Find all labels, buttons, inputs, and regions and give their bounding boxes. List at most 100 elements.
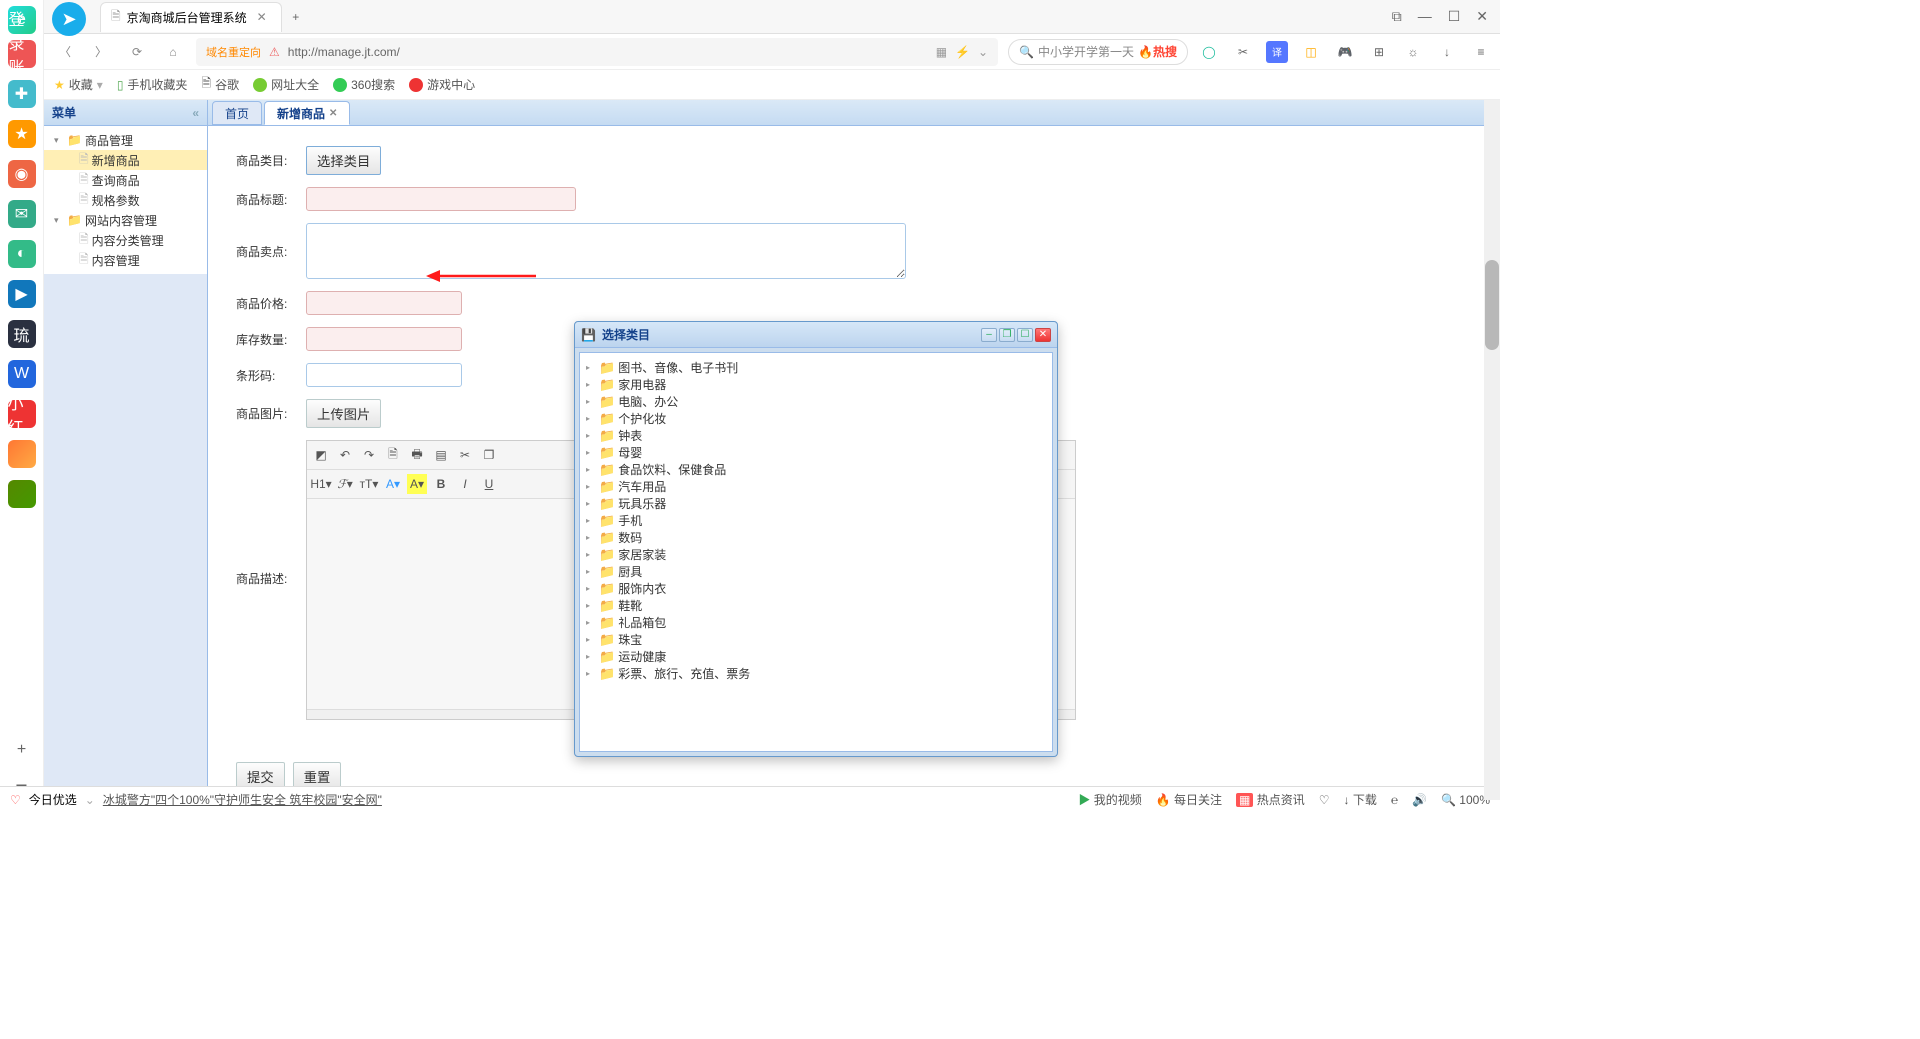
nav-compass-icon[interactable]: ➤ — [52, 2, 86, 36]
modal-maximize-icon[interactable]: ☐ — [1017, 328, 1033, 342]
category-node[interactable]: ▸📁手机 — [586, 512, 1046, 529]
editor-copy-icon[interactable]: ❐ — [479, 445, 499, 465]
category-node[interactable]: ▸📁电脑、办公 — [586, 393, 1046, 410]
heart-icon[interactable]: ♡ — [10, 793, 21, 807]
status-app-icon[interactable]: ℮ — [1391, 793, 1398, 807]
tree-content-cat[interactable]: 🗎 内容分类管理 — [44, 230, 207, 250]
tree-spec-param[interactable]: 🗎 规格参数 — [44, 190, 207, 210]
status-daily[interactable]: 🔥 每日关注 — [1156, 791, 1222, 808]
tab-close-icon[interactable]: ✕ — [253, 10, 271, 24]
tab-add-product[interactable]: 新增商品✕ — [264, 101, 350, 125]
sidebar-mail-icon[interactable]: ✉ — [8, 200, 36, 228]
bookmark-360[interactable]: 360搜索 — [333, 76, 395, 93]
category-node[interactable]: ▸📁家居家装 — [586, 546, 1046, 563]
status-download[interactable]: ↓ 下载 — [1344, 791, 1377, 808]
bookmark-gamecenter[interactable]: 游戏中心 — [409, 76, 475, 93]
category-node[interactable]: ▸📁服饰内衣 — [586, 580, 1046, 597]
modal-minimize-icon[interactable]: – — [981, 328, 997, 342]
editor-template-icon[interactable]: ▤ — [431, 445, 451, 465]
editor-underline-icon[interactable]: U — [479, 474, 499, 494]
tree-product-mgmt[interactable]: ▾📁 商品管理 — [44, 130, 207, 150]
editor-bgcolor-icon[interactable]: A▾ — [407, 474, 427, 494]
select-category-button[interactable]: 选择类目 — [306, 146, 381, 175]
login-badge[interactable]: 登录账号 — [8, 40, 36, 68]
scissors-icon[interactable]: ✂ — [1232, 41, 1254, 63]
status-today[interactable]: 今日优选 — [29, 791, 77, 808]
editor-preview-icon[interactable]: 🗎 — [383, 445, 403, 465]
sidebar-weibo-icon[interactable]: ◉ — [8, 160, 36, 188]
category-node[interactable]: ▸📁数码 — [586, 529, 1046, 546]
menu-icon[interactable]: ≡ — [1470, 41, 1492, 63]
barcode-input[interactable] — [306, 363, 462, 387]
nav-reload-icon[interactable]: ⟳ — [124, 39, 150, 65]
tree-query-product[interactable]: 🗎 查询商品 — [44, 170, 207, 190]
category-node[interactable]: ▸📁珠宝 — [586, 631, 1046, 648]
sidebar-chat-icon[interactable]: ◐ — [8, 240, 36, 268]
stock-input[interactable] — [306, 327, 462, 351]
modal-header[interactable]: 💾 选择类目 – ❐ ☐ ✕ — [575, 322, 1057, 348]
game-icon[interactable]: 🎮 — [1334, 41, 1356, 63]
editor-size-icon[interactable]: ᴛT▾ — [359, 474, 379, 494]
editor-bold-icon[interactable]: B — [431, 474, 451, 494]
category-node[interactable]: ▸📁钟表 — [586, 427, 1046, 444]
window-maximize-icon[interactable]: ☐ — [1448, 8, 1461, 25]
editor-undo-icon[interactable]: ↶ — [335, 445, 355, 465]
status-like-icon[interactable]: ♡ — [1319, 793, 1330, 807]
download-icon[interactable]: ↓ — [1436, 41, 1458, 63]
sidebar-app-2-icon[interactable]: ★ — [8, 120, 36, 148]
url-box[interactable]: 域名重定向 ⚠ http://manage.jt.com/ ▦ ⚡ ⌄ — [196, 38, 998, 66]
modal-close-icon[interactable]: ✕ — [1035, 328, 1051, 342]
new-tab-button[interactable]: + — [282, 3, 310, 31]
category-node[interactable]: ▸📁礼品箱包 — [586, 614, 1046, 631]
translate-icon[interactable]: 译 — [1266, 41, 1288, 63]
title-input[interactable] — [306, 187, 576, 211]
category-node[interactable]: ▸📁鞋靴 — [586, 597, 1046, 614]
category-node[interactable]: ▸📁家用电器 — [586, 376, 1046, 393]
hot-search-badge[interactable]: 🔥热搜 — [1138, 43, 1177, 60]
sidebar-app-1-icon[interactable]: ✚ — [8, 80, 36, 108]
window-ext-icon[interactable]: ⧉ — [1392, 8, 1402, 25]
apps-icon[interactable]: ⊞ — [1368, 41, 1390, 63]
window-close-icon[interactable]: ✕ — [1476, 8, 1488, 25]
tab-close-icon[interactable]: ✕ — [329, 108, 337, 119]
bookmark-google[interactable]: 🗎谷歌 — [201, 74, 239, 95]
sidebar-app-blue-icon[interactable]: ▶ — [8, 280, 36, 308]
window-minimize-icon[interactable]: — — [1418, 8, 1432, 25]
sidebar-add-icon[interactable]: + — [8, 736, 36, 764]
editor-source-icon[interactable]: ◩ — [311, 445, 331, 465]
category-node[interactable]: ▸📁玩具乐器 — [586, 495, 1046, 512]
bookmark-urls[interactable]: 网址大全 — [253, 76, 319, 93]
price-input[interactable] — [306, 291, 462, 315]
sidebar-word-icon[interactable]: W — [8, 360, 36, 388]
tree-content[interactable]: 🗎 内容管理 — [44, 250, 207, 270]
editor-print-icon[interactable]: 🖶 — [407, 445, 427, 465]
theme-icon[interactable]: ☼ — [1402, 41, 1424, 63]
url-dropdown-icon[interactable]: ⌄ — [978, 45, 988, 59]
modal-restore-icon[interactable]: ❐ — [999, 328, 1015, 342]
editor-h1-icon[interactable]: H1▾ — [311, 474, 331, 494]
browser-tab[interactable]: 🗎 京淘商城后台管理系统 ✕ — [100, 2, 282, 32]
tree-add-product[interactable]: 🗎 新增商品 — [44, 150, 207, 170]
sidebar-game2-icon[interactable] — [8, 480, 36, 508]
nav-back-icon[interactable]: 〈 — [52, 39, 78, 65]
category-node[interactable]: ▸📁厨具 — [586, 563, 1046, 580]
category-node[interactable]: ▸📁运动健康 — [586, 648, 1046, 665]
search-box[interactable]: 🔍 中小学开学第一天 🔥热搜 — [1008, 39, 1188, 65]
status-myvideo[interactable]: ▶ 我的视频 — [1078, 791, 1141, 808]
editor-redo-icon[interactable]: ↷ — [359, 445, 379, 465]
status-zoom[interactable]: 🔍 100% — [1441, 793, 1490, 807]
sidebar-collapse-icon[interactable]: « — [192, 106, 199, 120]
tree-content-mgmt[interactable]: ▾📁 网站内容管理 — [44, 210, 207, 230]
nav-home-icon[interactable]: ⌂ — [160, 39, 186, 65]
category-node[interactable]: ▸📁个护化妆 — [586, 410, 1046, 427]
bookmark-mobile[interactable]: ▯手机收藏夹 — [117, 76, 188, 93]
category-node[interactable]: ▸📁母婴 — [586, 444, 1046, 461]
bookmark-favorites[interactable]: ★收藏▾ — [54, 76, 103, 93]
upload-image-button[interactable]: 上传图片 — [306, 399, 381, 428]
sidebar-game1-icon[interactable] — [8, 440, 36, 468]
editor-font-icon[interactable]: ℱ▾ — [335, 474, 355, 494]
status-speaker-icon[interactable]: 🔊 — [1412, 793, 1427, 807]
wallet-icon[interactable]: ◫ — [1300, 41, 1322, 63]
sidebar-app-dark-icon[interactable]: 琉 — [8, 320, 36, 348]
chevron-down-icon[interactable]: ⌄ — [85, 793, 95, 807]
